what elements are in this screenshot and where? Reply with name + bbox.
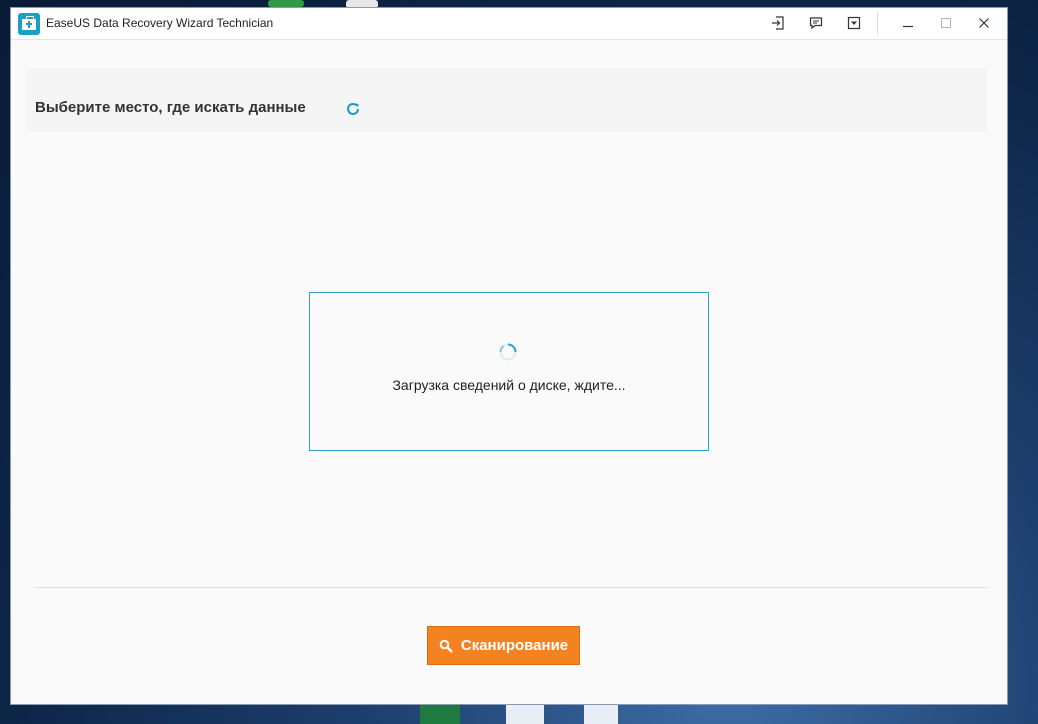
feedback-icon[interactable] (803, 12, 829, 34)
close-icon[interactable] (971, 12, 997, 34)
spinner-icon (499, 343, 517, 361)
taskbar-pdf-icon (506, 705, 544, 724)
page-title: Выберите место, где искать данные (35, 99, 306, 116)
refresh-icon[interactable] (345, 101, 361, 117)
taskbar-excel-icon (420, 705, 460, 724)
footer-divider (35, 587, 987, 588)
scan-button[interactable]: Сканирование (427, 626, 580, 665)
minimize-icon[interactable] (895, 12, 921, 34)
window-title: EaseUS Data Recovery Wizard Technician (46, 16, 274, 30)
app-logo-icon (18, 13, 40, 35)
maximize-icon[interactable] (933, 12, 959, 34)
menu-dropdown-icon[interactable] (841, 12, 867, 34)
desktop-icon-green (268, 0, 304, 7)
title-bar: EaseUS Data Recovery Wizard Technician (11, 8, 1007, 40)
disk-loading-panel: Загрузка сведений о диске, ждите... (309, 292, 709, 451)
location-header: Выберите место, где искать данные (25, 68, 987, 132)
title-separator (877, 12, 878, 34)
loading-message: Загрузка сведений о диске, ждите... (392, 377, 626, 393)
login-icon[interactable] (765, 12, 791, 34)
scan-button-label: Сканирование (460, 637, 569, 654)
search-icon (439, 639, 453, 652)
taskbar-pdf-icon-2 (584, 705, 618, 724)
app-window: EaseUS Data Recovery Wizard Technician В… (10, 7, 1008, 705)
